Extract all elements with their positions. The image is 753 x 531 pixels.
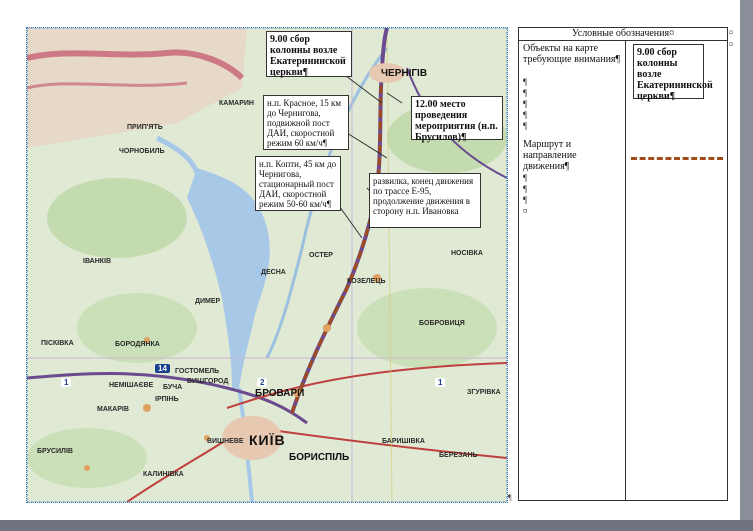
paragraph-mark: ¶ (508, 493, 512, 502)
label-vyshhorod: ВИШГОРОД (187, 378, 229, 385)
label-prypiat: ПРИП'ЯТЬ (127, 124, 163, 131)
label-kozelets: КОЗЕЛЕЦЬ (347, 278, 386, 285)
label-kalynivka: КАЛИНІВКА (143, 471, 184, 478)
label-boryspil: БОРИСПІЛЬ (289, 452, 350, 463)
legend-table: Условные обозначения¤ Объекты на карте т… (518, 27, 728, 501)
callout-krasnoe: н.п. Красное, 15 км до Чернигова, подвиж… (263, 95, 349, 150)
label-kamaryn: КАМАРИН (219, 100, 254, 107)
paragraph-mark: ¶ (523, 88, 528, 98)
legend-route-label: Маршрут и направление движения¶ (523, 139, 577, 172)
label-oster: ОСТЕР (309, 252, 333, 259)
paragraph-mark: ¶ (523, 195, 528, 205)
label-nemishaieve: НЕМІШАЄВЕ (109, 382, 154, 389)
label-chornobyl: ЧОРНОБИЛЬ (119, 148, 165, 155)
legend-callout-sample: 9.00 сбор колонны возле Екатерининской ц… (633, 44, 713, 102)
label-zhuryivka: ЗГУРІВКА (467, 389, 501, 396)
label-dymer: ДИМЕР (195, 298, 221, 305)
callout-assembly: 9.00 сбор колонны возле Екатерининской ц… (266, 31, 352, 78)
cell-end-mark: ¤ (523, 206, 528, 216)
label-hostomel: ГОСТОМЕЛЬ (175, 368, 220, 375)
legend-route-sample (631, 157, 723, 160)
label-nosivka: НОСІВКА (451, 250, 483, 257)
label-bucha: БУЧА (163, 384, 183, 391)
row-end-mark: ¤ (729, 40, 733, 49)
label-pisky: ПІСКІВКА (41, 340, 74, 347)
legend-column-divider (625, 41, 626, 501)
legend-objects-label: Объекты на карте требующие внимания¶ (523, 43, 621, 65)
label-vyshneve: ВИШНЕВЕ (207, 438, 244, 445)
callout-event: 12.00 место проведения мероприятия (н.п.… (411, 96, 503, 143)
label-irpin: ІРПІНЬ (155, 396, 179, 403)
label-chernihiv: ЧЕРНІГІВ (381, 68, 428, 79)
legend-title: Условные обозначения¤ (519, 28, 727, 41)
label-ivankiv: ІВАНКІВ (83, 258, 112, 265)
label-brovary: БРОВАРИ (255, 388, 305, 399)
label-desna: ДЕСНА (261, 269, 286, 276)
paragraph-mark: ¶ (523, 110, 528, 120)
label-borodianka: БОРОДЯНКА (115, 341, 160, 348)
paragraph-mark: ¶ (523, 99, 528, 109)
paragraph-mark: ¶ (523, 173, 528, 183)
label-makariv: МАКАРІВ (97, 406, 129, 413)
label-bobrovytsia: БОБРОВИЦЯ (419, 320, 465, 327)
label-berezan: БЕРЕЗАНЬ (439, 452, 478, 459)
window-scroll-edge[interactable] (740, 0, 753, 531)
road-badge: 2 (257, 378, 268, 387)
route-map: ЧЕРНІГІВ КИЇВ ПРИП'ЯТЬ ЧОРНОБИЛЬ КАМАРИН… (26, 27, 508, 503)
label-baryshivka: БАРИШІВКА (382, 438, 425, 445)
row-end-mark: ¤ (729, 28, 733, 37)
callout-fork: развилка, конец движения по трассе Е-95,… (369, 173, 481, 228)
label-brusyliv: БРУСИЛІВ (37, 448, 73, 455)
road-badge: 14 (155, 364, 170, 373)
label-kyiv: КИЇВ (249, 432, 286, 448)
paragraph-mark: ¶ (523, 121, 528, 131)
road-badge: 1 (61, 378, 72, 387)
paragraph-mark: ¶ (523, 77, 528, 87)
road-badge: 1 (435, 378, 446, 387)
callout-kopty: н.п. Копти, 45 км до Чернигова, стациона… (255, 156, 341, 211)
paragraph-mark: ¶ (523, 184, 528, 194)
status-bar (0, 520, 753, 531)
